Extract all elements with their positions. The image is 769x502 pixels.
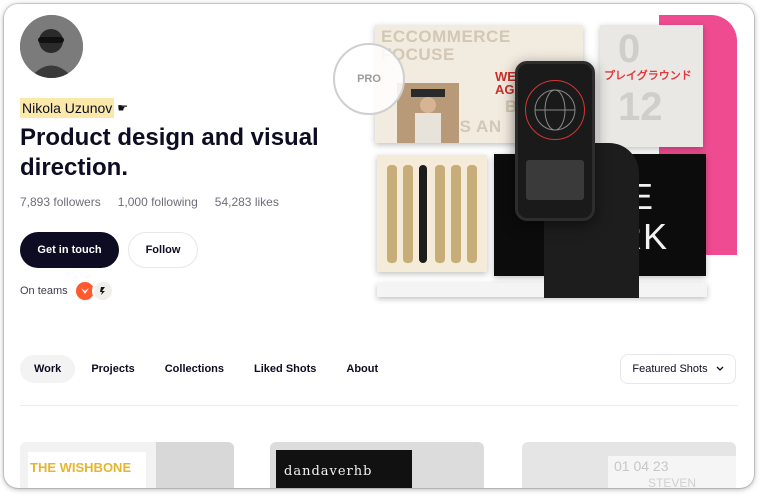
- browser-frame: Nikola Uzunov ☛ Product design and visua…: [4, 4, 754, 488]
- follow-button[interactable]: Follow: [128, 232, 198, 268]
- poster-bar: [419, 165, 427, 263]
- followers-count[interactable]: 7,893 followers: [20, 195, 101, 209]
- dropdown-label: Featured Shots: [632, 363, 708, 375]
- shot-card[interactable]: 01 04 23 STEVEN: [522, 442, 736, 488]
- profile-stats: 7,893 followers 1,000 following 54,283 l…: [20, 195, 279, 209]
- hero-tile-strip: [377, 283, 707, 297]
- phone-screen-cards: [526, 160, 584, 200]
- shot-thumbnail-side: [156, 442, 234, 488]
- team-logo-icon[interactable]: [91, 280, 114, 302]
- globe-icon: [525, 80, 585, 140]
- shot-title: THE WISHBONE: [30, 460, 132, 475]
- pointer-hand-icon: ☛: [117, 101, 129, 115]
- hero-tile-poster: [377, 155, 487, 272]
- shot-card[interactable]: THE WISHBONE: [20, 442, 234, 488]
- tab-liked-shots[interactable]: Liked Shots: [240, 355, 330, 383]
- shot-title: 01 04 23: [614, 458, 669, 474]
- avatar[interactable]: [20, 15, 83, 78]
- teams-row: On teams: [20, 280, 114, 302]
- name-row: Nikola Uzunov ☛: [20, 97, 128, 119]
- profile-tabs: Work Projects Collections Liked Shots Ab…: [20, 355, 392, 383]
- divider: [20, 405, 738, 406]
- tab-work[interactable]: Work: [20, 355, 76, 383]
- poster-bar: [387, 165, 397, 263]
- poster-bar: [451, 165, 461, 263]
- shot-card[interactable]: dandaverhb: [270, 442, 484, 488]
- tile-decor-number: 0: [618, 27, 641, 71]
- hero-collage[interactable]: ECCOMMERCE FOCUSE BA LOS AN WEB DEVEL AG…: [329, 13, 739, 298]
- profile-headline: Product design and visual direction.: [20, 124, 319, 181]
- poster-bar: [467, 165, 477, 263]
- profile-name[interactable]: Nikola Uzunov: [20, 98, 115, 118]
- featured-shots-dropdown[interactable]: Featured Shots: [620, 354, 736, 384]
- tab-collections[interactable]: Collections: [151, 355, 238, 383]
- shot-title: dandaverhb: [284, 464, 373, 479]
- poster-bar: [403, 165, 413, 263]
- following-count[interactable]: 1,000 following: [118, 195, 198, 209]
- tile-photo: [397, 83, 459, 143]
- pro-badge-text: PRO: [357, 73, 381, 85]
- teams-label: On teams: [20, 285, 68, 297]
- tab-projects[interactable]: Projects: [77, 355, 148, 383]
- chevron-down-icon: [716, 363, 724, 375]
- get-in-touch-button[interactable]: Get in touch: [20, 232, 119, 268]
- tile-text: ECCOMMERCE: [381, 27, 511, 46]
- likes-count[interactable]: 54,283 likes: [215, 195, 279, 209]
- tab-about[interactable]: About: [332, 355, 392, 383]
- poster-bar: [435, 165, 445, 263]
- phone-mockup: [515, 61, 595, 221]
- pro-badge-icon: PRO: [333, 43, 405, 115]
- tile-number: 12: [618, 85, 663, 129]
- hero-tile-playground: 0 プレイグラウンド 12: [600, 25, 703, 147]
- shot-subtitle: STEVEN: [648, 476, 697, 488]
- tile-text: プレイグラウンド: [604, 70, 692, 82]
